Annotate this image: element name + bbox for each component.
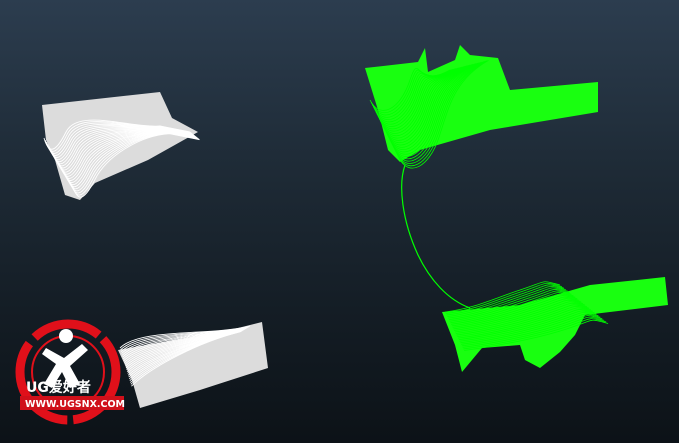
green-surface-lower[interactable] <box>442 277 668 372</box>
watermark-brand: UG爱好者 <box>26 379 91 396</box>
green-profile-curve[interactable] <box>401 164 471 309</box>
white-surface-upper[interactable] <box>42 92 200 200</box>
graphics-viewport[interactable]: UG爱好者 WWW.UGSNX.COM <box>0 0 679 443</box>
white-surface-lower[interactable] <box>118 322 268 408</box>
ugsnx-watermark-logo: UG爱好者 WWW.UGSNX.COM <box>15 319 125 425</box>
green-surface-upper[interactable] <box>365 45 598 169</box>
watermark-url: WWW.UGSNX.COM <box>25 399 125 410</box>
